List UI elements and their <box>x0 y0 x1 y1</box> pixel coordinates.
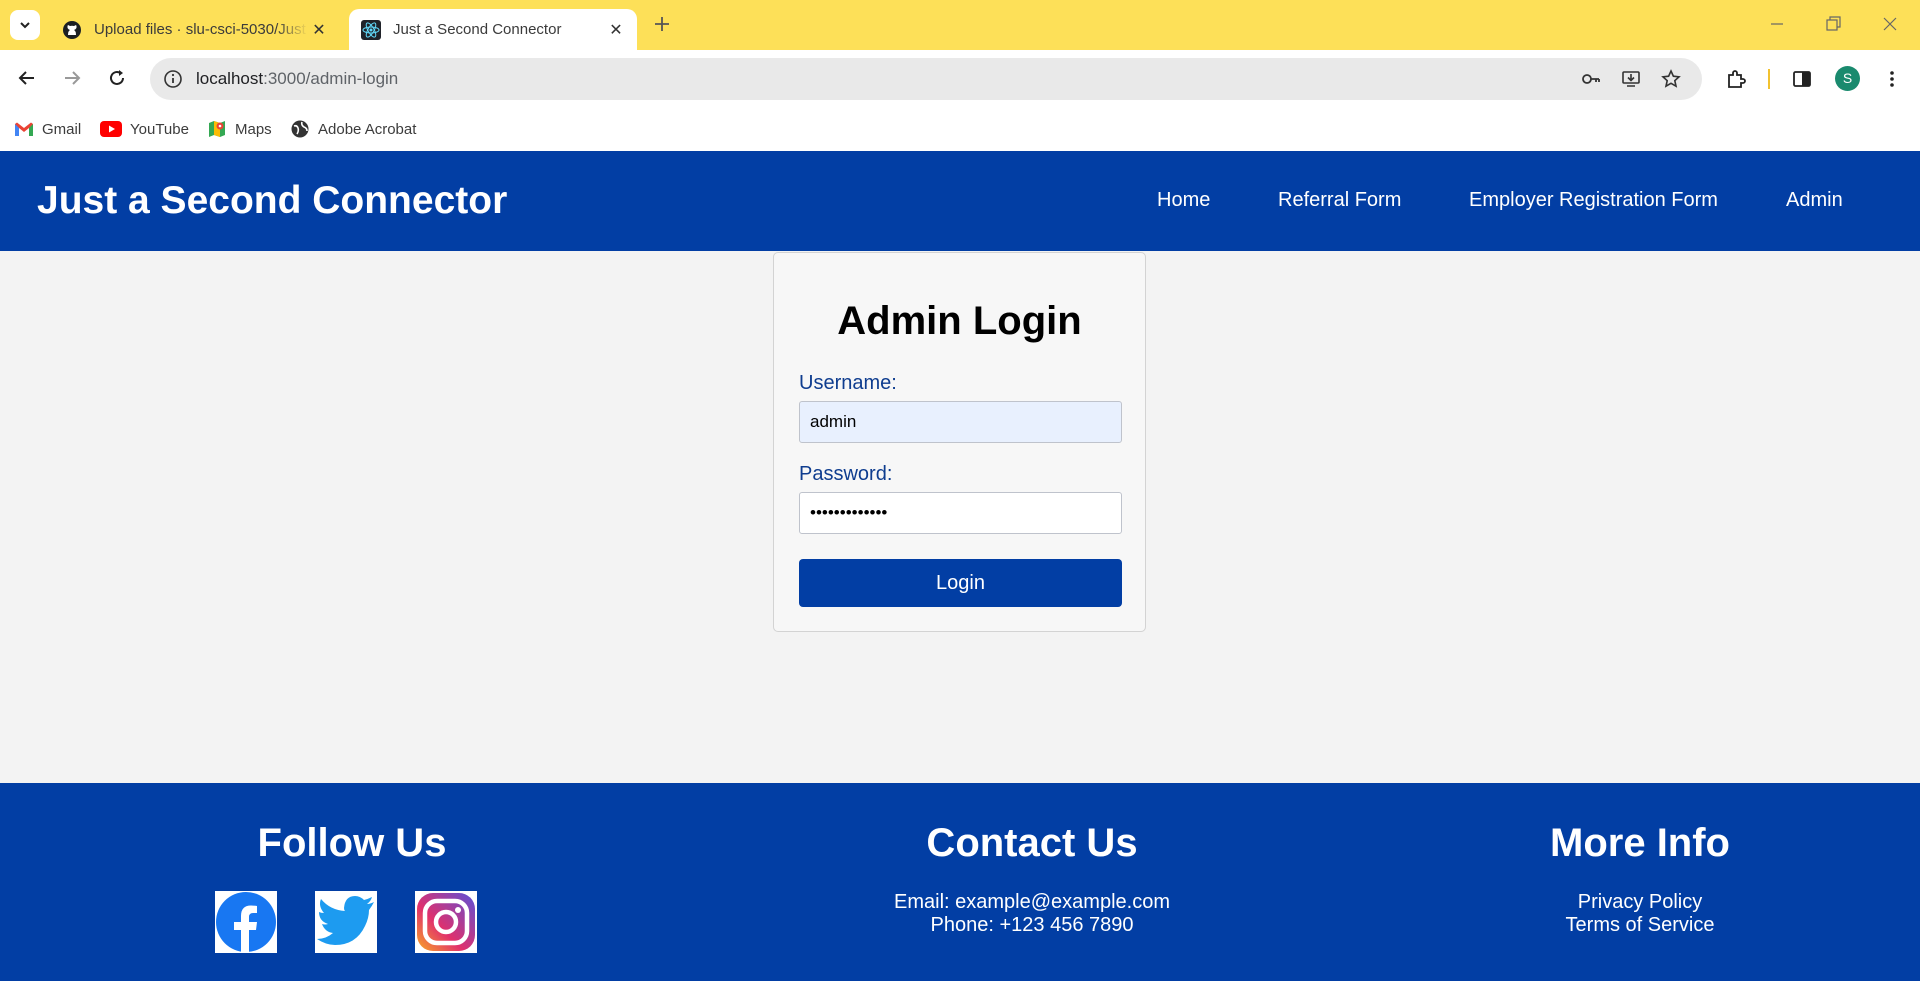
more-info-heading: More Info <box>1550 821 1730 865</box>
tab-title: Upload files · slu-csci-5030/Just a Seco… <box>94 21 308 38</box>
privacy-policy-link[interactable]: Privacy Policy <box>1578 891 1702 914</box>
site-header: Just a Second Connector Home Referral Fo… <box>0 151 1920 251</box>
install-app-icon[interactable] <box>1620 68 1642 90</box>
username-label: Username: <box>799 372 897 394</box>
password-label: Password: <box>799 463 893 485</box>
site-title[interactable]: Just a Second Connector <box>37 179 507 223</box>
bookmark-star-icon[interactable] <box>1660 68 1682 90</box>
address-bar[interactable]: localhost:3000/admin-login <box>150 58 1702 100</box>
nav-link-employer-registration-form[interactable]: Employer Registration Form <box>1469 189 1718 212</box>
bookmark-gmail[interactable]: Gmail <box>14 117 81 141</box>
minimize-icon[interactable] <box>1765 12 1789 36</box>
restore-icon[interactable] <box>1821 12 1845 36</box>
back-arrow-icon[interactable] <box>16 67 38 89</box>
login-button[interactable]: Login <box>799 559 1122 607</box>
profile-avatar[interactable]: S <box>1835 66 1860 91</box>
instagram-icon <box>417 893 475 951</box>
toolbar-divider <box>1768 69 1770 89</box>
nav-link-referral-form[interactable]: Referral Form <box>1278 189 1401 212</box>
facebook-link[interactable] <box>215 891 277 953</box>
bookmark-label: YouTube <box>130 120 189 138</box>
tab-title: Just a Second Connector <box>393 21 562 38</box>
maps-icon <box>209 121 225 137</box>
extensions-puzzle-icon[interactable] <box>1724 67 1748 91</box>
site-footer: Follow Us Contact Us Email: example@exam… <box>0 783 1920 981</box>
close-window-icon[interactable] <box>1878 12 1902 36</box>
tab-upload-files[interactable]: Upload files · slu-csci-5030/Just a Seco… <box>50 9 340 50</box>
url-path: :3000/admin-login <box>263 69 399 88</box>
admin-login-card: Admin Login Username: Password: Login <box>773 252 1146 632</box>
url-text[interactable]: localhost:3000/admin-login <box>196 69 398 89</box>
twitter-icon <box>317 896 374 945</box>
bookmark-youtube[interactable]: YouTube <box>100 117 189 141</box>
forward-arrow-icon[interactable] <box>61 67 83 89</box>
contact-us-heading: Contact Us <box>926 821 1138 865</box>
username-input[interactable] <box>799 401 1122 443</box>
globe-icon <box>291 120 309 138</box>
bookmark-adobe-acrobat[interactable]: Adobe Acrobat <box>290 117 416 141</box>
kebab-menu-icon[interactable] <box>1880 67 1904 91</box>
instagram-link[interactable] <box>415 891 477 953</box>
tab-just-a-second-connector[interactable]: Just a Second Connector ✕ <box>349 9 637 50</box>
bookmarks-bar: Gmail YouTube Maps Adobe Acrobat <box>0 108 1920 151</box>
facebook-icon <box>216 892 276 952</box>
login-title: Admin Login <box>837 299 1082 343</box>
contact-email: Email: example@example.com <box>894 891 1170 913</box>
url-host: localhost <box>196 69 264 88</box>
browser-tab-strip: Upload files · slu-csci-5030/Just a Seco… <box>0 0 1920 50</box>
twitter-link[interactable] <box>315 891 377 953</box>
new-tab-icon[interactable] <box>650 12 674 36</box>
password-key-icon[interactable] <box>1580 68 1602 90</box>
password-input[interactable] <box>799 492 1122 534</box>
bookmark-label: Maps <box>235 120 272 138</box>
reload-icon[interactable] <box>106 67 128 89</box>
react-icon <box>361 19 381 40</box>
contact-phone: Phone: +123 456 7890 <box>930 914 1134 936</box>
bookmark-label: Adobe Acrobat <box>318 120 417 138</box>
youtube-icon <box>100 121 122 137</box>
tab-search-button[interactable] <box>10 10 40 40</box>
bookmark-maps[interactable]: Maps <box>207 117 272 141</box>
follow-us-heading: Follow Us <box>257 821 447 865</box>
browser-toolbar: localhost:3000/admin-login S <box>0 50 1920 108</box>
github-icon <box>63 20 81 39</box>
chevron-down-icon <box>20 22 30 29</box>
site-info-icon[interactable] <box>162 68 184 90</box>
close-tab-icon[interactable]: ✕ <box>308 20 330 40</box>
gmail-icon <box>15 122 33 136</box>
nav-link-admin[interactable]: Admin <box>1786 189 1843 212</box>
bookmark-label: Gmail <box>42 120 82 138</box>
side-panel-icon[interactable] <box>1790 67 1814 91</box>
close-tab-icon[interactable]: ✕ <box>605 20 627 40</box>
terms-of-service-link[interactable]: Terms of Service <box>1566 914 1715 937</box>
nav-link-home[interactable]: Home <box>1157 189 1210 212</box>
